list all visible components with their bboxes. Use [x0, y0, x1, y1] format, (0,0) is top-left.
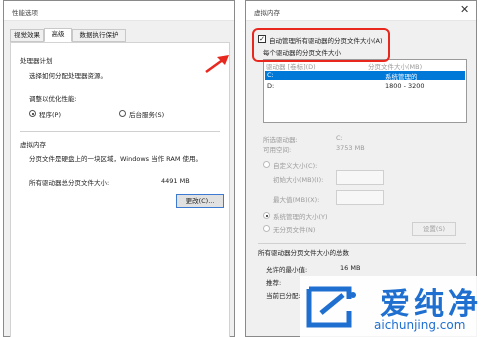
change-button[interactable]: 更改(C)... [176, 194, 224, 208]
tab-data-execution-prevention[interactable]: 数据执行保护 [72, 29, 126, 42]
initial-size-field[interactable] [336, 170, 384, 185]
background-services-radio-label[interactable]: 后台服务(S) [129, 109, 164, 119]
virtual-memory-titlebar: 虚拟内存 ✕ [246, 1, 476, 21]
set-button[interactable]: 设置(S) [412, 222, 456, 236]
drive-cell: C: [267, 71, 274, 79]
drive-cell: D: [267, 82, 275, 90]
size-cell: 系统管理的 [385, 73, 418, 81]
brand-logo-icon [306, 286, 356, 328]
max-size-label: 最大值(MB)(X): [273, 196, 320, 204]
brand-name: 爱纯净 [380, 287, 482, 322]
selected-drive-label: 所选驱动器: [263, 136, 298, 144]
programs-radio[interactable] [29, 110, 36, 117]
table-row[interactable]: D: 1800 - 3200 [265, 82, 465, 91]
custom-size-label[interactable]: 自定义大小(C): [273, 160, 317, 170]
adjust-performance-label: 调整以优化性能: [29, 95, 77, 103]
close-icon[interactable]: ✕ [460, 4, 469, 16]
min-allowed-value: 16 MB [340, 264, 361, 272]
performance-options-titlebar: 性能选项 [4, 1, 234, 21]
pointer-arrow-icon [205, 55, 229, 74]
size-cell: 1800 - 3200 [385, 82, 425, 90]
advanced-tab-panel: 处理器计划 选择如何分配处理器资源。 调整以优化性能: 程序(P) 后台服务(S… [10, 42, 230, 337]
total-paging-file-value: 4491 MB [161, 177, 190, 185]
section-divider [258, 243, 466, 244]
initial-size-label: 初始大小(MB)(I): [273, 176, 324, 184]
available-space-value: 3753 MB [336, 144, 365, 152]
current-allocated-label: 当前已分配: [266, 292, 301, 300]
custom-size-radio[interactable] [263, 161, 270, 168]
system-managed-label[interactable]: 系统管理的大小(Y) [273, 211, 328, 221]
window-title: 虚拟内存 [254, 9, 280, 17]
highlight-box [252, 28, 390, 62]
max-size-field[interactable] [336, 190, 384, 205]
available-space-label: 可用空间: [263, 146, 292, 154]
section-divider [20, 131, 220, 132]
total-paging-file-label: 所有驱动器总分页文件大小: [29, 179, 110, 187]
background-services-radio[interactable] [119, 110, 126, 117]
system-managed-radio[interactable] [263, 212, 270, 219]
programs-radio-label[interactable]: 程序(P) [39, 109, 61, 119]
window-title: 性能选项 [12, 9, 38, 17]
tab-visual-effects[interactable]: 视觉效果 [10, 29, 44, 42]
processor-scheduling-heading: 处理器计划 [20, 57, 53, 65]
processor-scheduling-description: 选择如何分配处理器资源。 [29, 72, 107, 80]
total-heading: 所有驱动器分页文件大小的总数 [258, 249, 349, 257]
min-allowed-label: 允许的最小值: [266, 266, 308, 274]
no-paging-file-label[interactable]: 无分页文件(N) [273, 224, 315, 234]
tab-advanced[interactable]: 高级 [44, 28, 72, 42]
virtual-memory-heading: 虚拟内存 [20, 141, 46, 149]
brand-url: aichunjing.com [374, 318, 466, 332]
selected-drive-value: C: [336, 134, 343, 142]
recommended-label: 推荐: [266, 279, 282, 287]
watermark: 爱纯净 aichunjing.com [300, 276, 500, 337]
no-paging-file-radio[interactable] [263, 225, 270, 232]
virtual-memory-description: 分页文件是硬盘上的一块区域，Windows 当作 RAM 使用。 [29, 155, 203, 163]
drive-list[interactable]: 驱动器 [卷标](D) 分页文件大小(MB) C: 系统管理的 D: 1800 … [263, 59, 467, 123]
performance-options-window: 性能选项 视觉效果 高级 数据执行保护 处理器计划 选择如何分配处理器资源。 调… [3, 0, 235, 337]
size-column-header: 分页文件大小(MB) [368, 63, 423, 71]
drive-column-header: 驱动器 [卷标](D) [266, 63, 316, 71]
table-row[interactable]: C: 系统管理的 [265, 71, 465, 81]
